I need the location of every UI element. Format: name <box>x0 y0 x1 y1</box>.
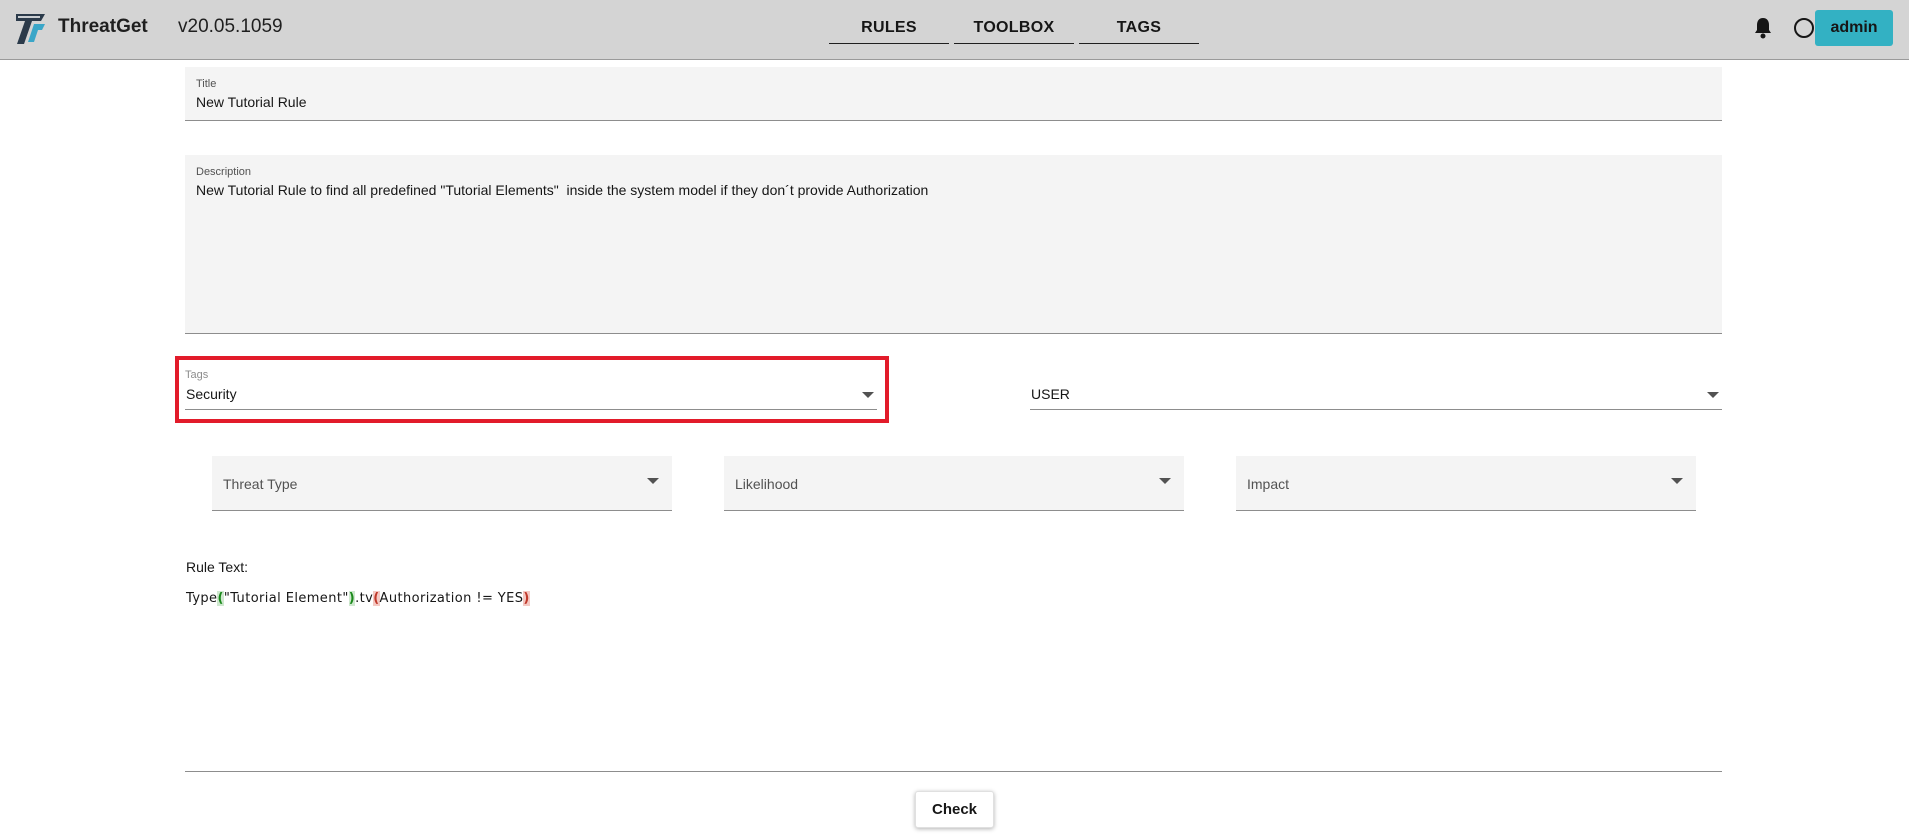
user-value: USER <box>1031 386 1070 402</box>
user-select[interactable]: USER <box>1030 380 1722 410</box>
description-label: Description <box>196 166 252 178</box>
chevron-down-icon[interactable] <box>1707 392 1719 398</box>
top-bar: ThreatGet v20.05.1059 RULES TOOLBOX TAGS… <box>0 0 1909 60</box>
bell-icon[interactable] <box>1753 17 1773 39</box>
nav-toolbox[interactable]: TOOLBOX <box>954 0 1074 44</box>
version-label: v20.05.1059 <box>178 16 283 37</box>
likelihood-select[interactable]: Likelihood <box>724 456 1184 511</box>
tags-value: Security <box>186 386 237 402</box>
impact-select[interactable]: Impact <box>1236 456 1696 511</box>
description-field[interactable]: Description New Tutorial Rule to find al… <box>185 155 1722 334</box>
title-value[interactable]: New Tutorial Rule <box>196 94 307 110</box>
impact-placeholder: Impact <box>1247 476 1290 492</box>
likelihood-placeholder: Likelihood <box>735 476 799 492</box>
chevron-down-icon[interactable] <box>1671 478 1683 484</box>
threatget-logo-icon[interactable] <box>14 12 47 46</box>
chevron-down-icon[interactable] <box>862 392 874 398</box>
rule-text-label: Rule Text: <box>186 559 248 575</box>
bracket-highlight-close: ) <box>523 591 530 606</box>
check-button[interactable]: Check <box>915 791 994 828</box>
rule-string: "Tutorial Element" <box>223 591 349 606</box>
chevron-down-icon[interactable] <box>1159 478 1171 484</box>
title-label: Title <box>196 78 217 90</box>
rule-text-editor[interactable]: Type("Tutorial Element").tv(Authorizatio… <box>186 591 530 606</box>
rule-text-divider <box>185 771 1722 772</box>
nav-rules[interactable]: RULES <box>829 0 949 44</box>
threat-type-select[interactable]: Threat Type <box>212 456 672 511</box>
nav-tags[interactable]: TAGS <box>1079 0 1199 44</box>
circle-icon[interactable] <box>1794 18 1814 38</box>
title-field[interactable]: Title New Tutorial Rule <box>185 67 1722 121</box>
chevron-down-icon[interactable] <box>647 478 659 484</box>
description-value[interactable]: New Tutorial Rule to find all predefined… <box>196 182 928 198</box>
threat-type-placeholder: Threat Type <box>223 476 298 492</box>
rule-condition: Authorization != YES <box>379 591 524 606</box>
rule-keyword: Type <box>186 591 218 606</box>
rule-method: .tv <box>355 591 374 606</box>
brand-name: ThreatGet <box>58 16 148 37</box>
tags-select[interactable]: Tags Security <box>185 368 877 410</box>
admin-user-button[interactable]: admin <box>1815 10 1893 46</box>
tags-label: Tags <box>185 369 209 381</box>
